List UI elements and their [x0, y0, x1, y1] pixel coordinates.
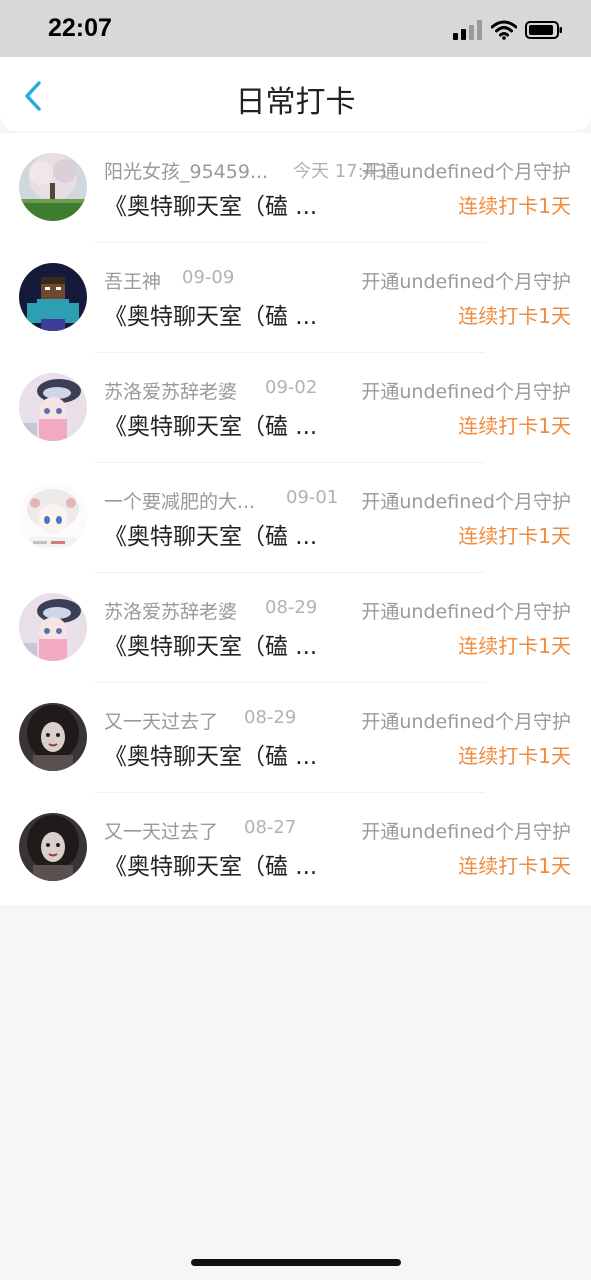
list-item[interactable]: 苏洛爱苏辞老婆 09-02 开通undefined个月守护 《奥特聊天室（磕 .…: [0, 353, 591, 463]
checkin-date: 09-01: [286, 487, 339, 508]
status-time: 22:07: [48, 14, 112, 42]
user-name: 苏洛爱苏辞老婆: [104, 601, 238, 623]
streak-label: 连续打卡1天: [458, 304, 571, 328]
checkin-date: 08-29: [244, 707, 297, 728]
streak-label: 连续打卡1天: [458, 744, 571, 768]
streak-label: 连续打卡1天: [458, 854, 571, 878]
list-item[interactable]: 吾王神 09-09 开通undefined个月守护 《奥特聊天室（磕 ... 连…: [0, 243, 591, 353]
streak-label: 连续打卡1天: [458, 194, 571, 218]
checkin-date: 09-09: [182, 267, 235, 288]
guard-text: 开通undefined个月守护: [361, 381, 571, 403]
user-name: 苏洛爱苏辞老婆: [104, 381, 238, 403]
room-name: 《奥特聊天室（磕 ...: [104, 854, 318, 880]
avatar[interactable]: [19, 703, 87, 771]
streak-label: 连续打卡1天: [458, 524, 571, 548]
list-item[interactable]: 一个要减肥的大... 09-01 开通undefined个月守护 《奥特聊天室（…: [0, 463, 591, 573]
avatar[interactable]: [19, 373, 87, 441]
guard-text: 开通undefined个月守护: [361, 601, 571, 623]
room-name: 《奥特聊天室（磕 ...: [104, 634, 318, 660]
signal-icon: [453, 20, 483, 44]
user-name: 一个要减肥的大...: [104, 491, 256, 513]
guard-text: 开通undefined个月守护: [361, 161, 571, 183]
battery-icon: [525, 20, 563, 44]
room-name: 《奥特聊天室（磕 ...: [104, 524, 318, 550]
checkin-date: 08-27: [244, 817, 297, 838]
guard-text: 开通undefined个月守护: [361, 271, 571, 293]
room-name: 《奥特聊天室（磕 ...: [104, 744, 318, 770]
room-name: 《奥特聊天室（磕 ...: [104, 194, 318, 220]
user-name: 又一天过去了: [104, 711, 219, 733]
page-title: 日常打卡: [235, 85, 356, 120]
guard-text: 开通undefined个月守护: [361, 491, 571, 513]
avatar[interactable]: [19, 263, 87, 331]
list-item[interactable]: 阳光女孩_95459... 今天 17:43 开通undefined个月守护 《…: [0, 133, 591, 243]
nav-header: 日常打卡: [0, 57, 591, 131]
user-name: 又一天过去了: [104, 821, 219, 843]
avatar[interactable]: [19, 593, 87, 661]
list-item[interactable]: 又一天过去了 08-29 开通undefined个月守护 《奥特聊天室（磕 ..…: [0, 683, 591, 793]
streak-label: 连续打卡1天: [458, 414, 571, 438]
list-item[interactable]: 苏洛爱苏辞老婆 08-29 开通undefined个月守护 《奥特聊天室（磕 .…: [0, 573, 591, 683]
room-name: 《奥特聊天室（磕 ...: [104, 414, 318, 440]
list-item[interactable]: 又一天过去了 08-27 开通undefined个月守护 《奥特聊天室（磕 ..…: [0, 793, 591, 903]
user-name: 阳光女孩_95459...: [104, 161, 269, 183]
guard-text: 开通undefined个月守护: [361, 821, 571, 843]
home-indicator[interactable]: [191, 1259, 401, 1266]
streak-label: 连续打卡1天: [458, 634, 571, 658]
avatar[interactable]: [19, 813, 87, 881]
status-icons: [453, 20, 563, 44]
guard-text: 开通undefined个月守护: [361, 711, 571, 733]
checkin-date: 08-29: [265, 597, 318, 618]
checkin-list: 阳光女孩_95459... 今天 17:43 开通undefined个月守护 《…: [0, 133, 591, 905]
avatar[interactable]: [19, 153, 87, 221]
checkin-date: 09-02: [265, 377, 318, 398]
room-name: 《奥特聊天室（磕 ...: [104, 304, 318, 330]
wifi-icon: [490, 20, 518, 44]
avatar[interactable]: [19, 483, 87, 551]
status-bar: 22:07: [0, 0, 591, 60]
user-name: 吾王神: [104, 271, 162, 293]
